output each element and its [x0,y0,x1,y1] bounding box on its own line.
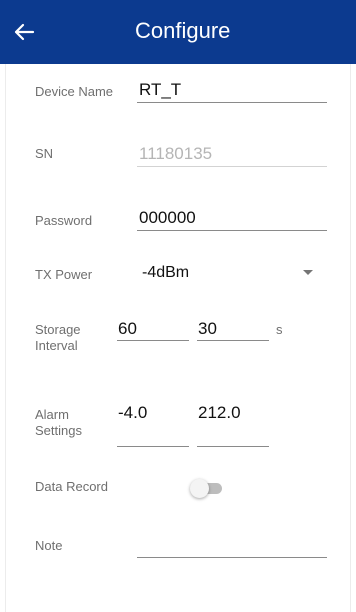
sn-underline [137,166,327,167]
arrow-left-icon[interactable] [6,14,42,50]
note-underline [137,557,327,558]
storage-interval-input-1[interactable]: 60 [118,318,137,340]
password-label: Password [35,213,93,228]
alarm-low-underline [117,446,189,447]
storage-interval-label-2: Interval [35,338,78,353]
alarm-high-input[interactable]: 212.0 [198,402,241,424]
password-underline [137,230,327,231]
alarm-high-underline [197,446,269,447]
toggle-thumb [190,479,209,498]
device-name-label: Device Name [35,84,114,99]
alarm-low-input[interactable]: -4.0 [118,402,147,424]
device-name-input[interactable]: RT_T [139,79,181,101]
sn-label: SN [35,146,54,161]
storage-interval-underline-2 [197,340,269,341]
data-record-label: Data Record [35,479,108,494]
storage-interval-unit: s [276,322,283,337]
note-label: Note [35,538,63,553]
storage-interval-underline-1 [117,340,189,341]
data-record-toggle[interactable] [190,478,224,498]
password-input[interactable]: 000000 [139,207,196,229]
storage-interval-input-2[interactable]: 30 [198,318,217,340]
sn-field: 11180135 [139,144,213,163]
alarm-settings-label-1: Alarm [35,407,69,422]
tx-power-label: TX Power [35,267,93,282]
device-name-underline [137,102,327,103]
caret-down-icon[interactable] [303,270,313,275]
page-title: Configure [135,18,231,43]
storage-interval-label-1: Storage [35,322,81,337]
alarm-settings-label-2: Settings [35,423,82,438]
tx-power-select[interactable]: -4dBm [142,262,189,284]
app-bar: Configure [0,0,356,64]
